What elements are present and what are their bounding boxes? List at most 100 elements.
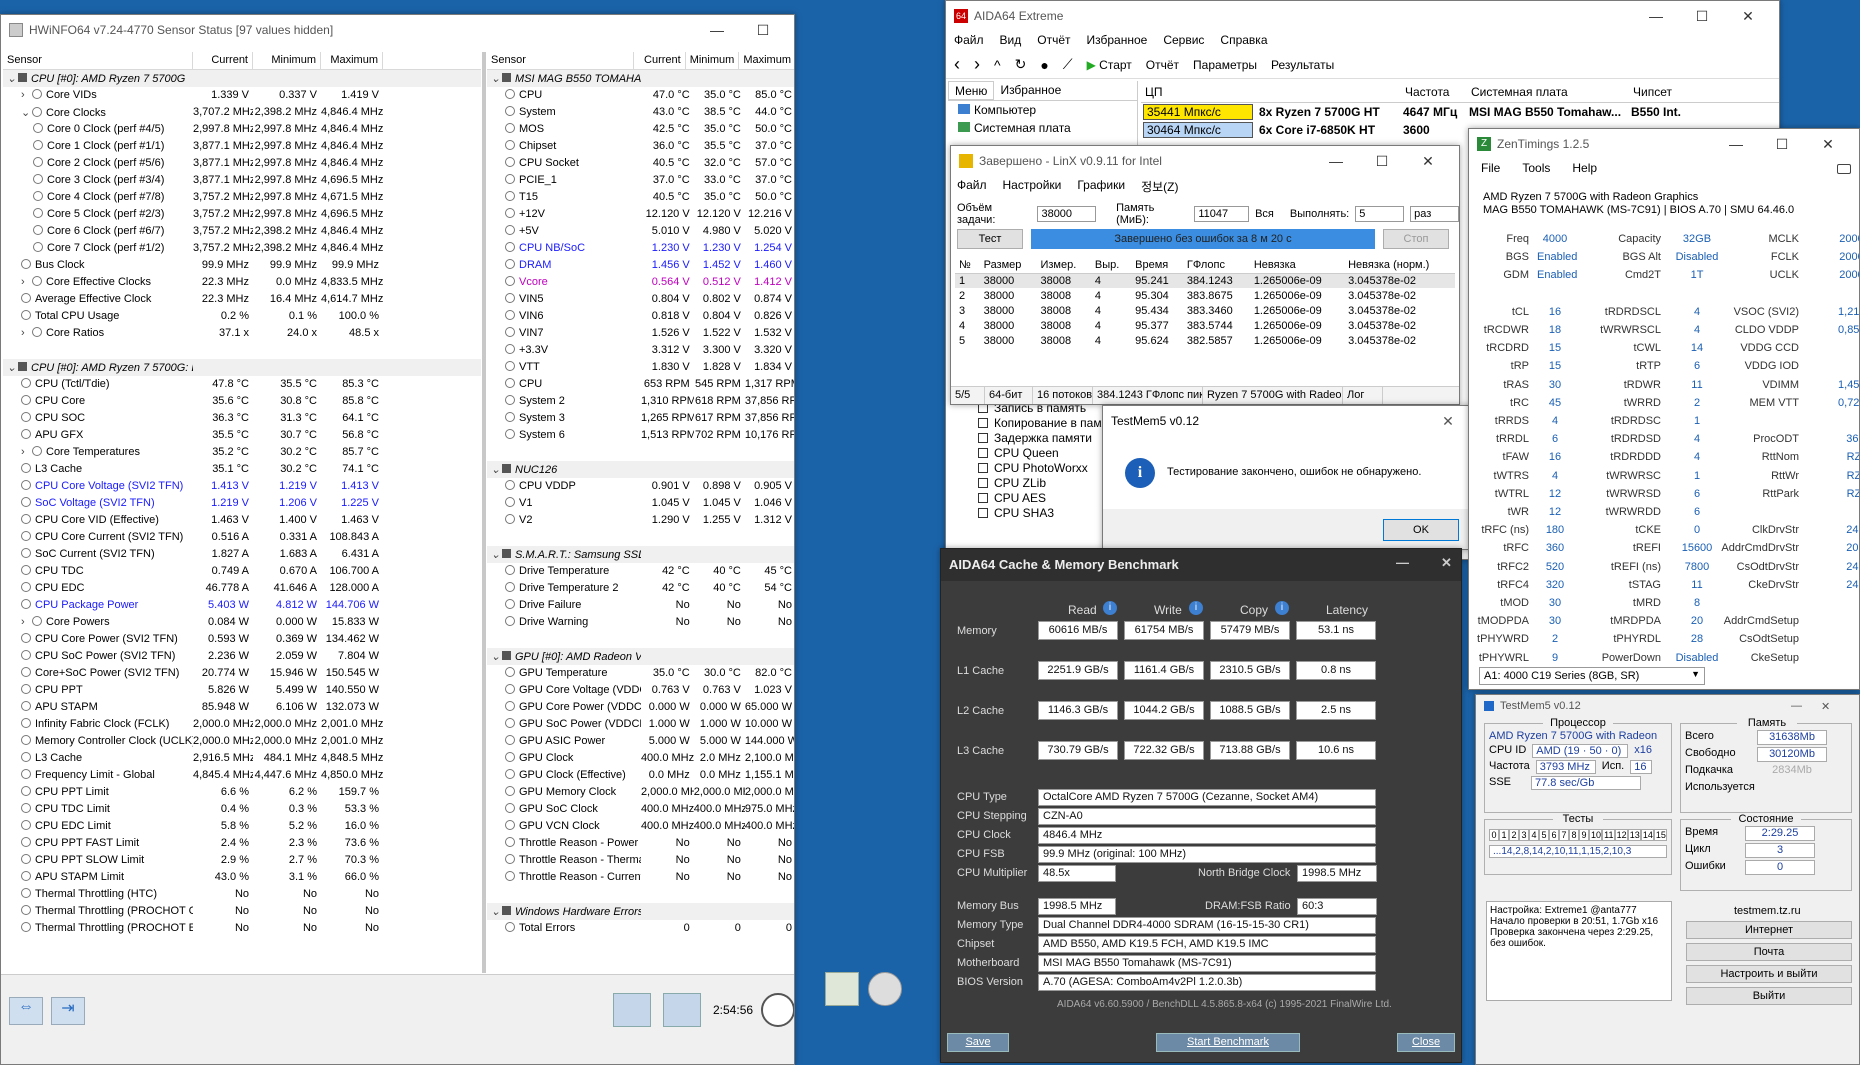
sensor-row[interactable]: CPU Core Voltage (SVI2 TFN) 1.413 V 1.219 … xyxy=(3,478,481,495)
test-button[interactable]: Тест xyxy=(957,229,1023,249)
back-icon[interactable]: ‹ xyxy=(954,54,960,75)
expand-chevron-icon[interactable]: › xyxy=(21,89,32,101)
menu-help[interactable]: Help xyxy=(1572,161,1597,177)
benchmark-item[interactable]: CPU PhotoWorxx xyxy=(978,461,1114,476)
sensor-row[interactable]: System 2 1,310 RPM618 RPM37,856 RPM xyxy=(487,393,794,410)
results-button[interactable]: Результаты xyxy=(1271,58,1334,72)
sensor-row[interactable] xyxy=(3,342,481,359)
linx-column-header[interactable]: Размер xyxy=(979,258,1037,274)
sensor-group-row[interactable]: ⌄ CPU [#0]: AMD Ryzen 7 5700G: En... xyxy=(3,359,481,376)
sensor-row[interactable]: Bus Clock 99.9 MHz 99.9 MHz 99.9 MHz xyxy=(3,257,481,274)
sensor-row[interactable]: CPU 653 RPM 545 RPM 1,317 RPM xyxy=(487,376,794,393)
sensor-row[interactable]: Drive Temperature 2 42 °C 40 °C 54 °C xyxy=(487,580,794,597)
sensor-row[interactable]: CPU (Tctl/Tdie) 47.8 °C 35.5 °C 85.3 °C xyxy=(3,376,481,393)
sensor-group-row[interactable]: ⌄ Windows Hardware Errors (WHEA) xyxy=(487,903,794,920)
sensor-group-row[interactable]: ⌄ NUC126 xyxy=(487,461,794,478)
benchmark-item[interactable]: Копирование в памят xyxy=(978,416,1114,431)
close-button[interactable]: ✕ xyxy=(1441,555,1452,571)
sensor-row[interactable]: GPU Memory Clock2,000.0 MHz2,000.0 MHz2,… xyxy=(487,784,794,801)
run-select[interactable]: 5 xyxy=(1355,206,1405,222)
sensor-row[interactable]: Thermal Throttling (HTC) No No No xyxy=(3,886,481,903)
sensor-row[interactable]: Throttle Reason - Power No No No xyxy=(487,835,794,852)
sensor-row[interactable]: L3 Cache 2,916.5 MHz 484.1 MHz 4,848.5 MHz xyxy=(3,750,481,767)
col-freq[interactable]: Частота xyxy=(1401,83,1467,102)
column-header-minimum[interactable]: Minimum xyxy=(253,52,321,69)
refresh-icon[interactable]: ↻ xyxy=(1015,56,1027,73)
sensor-row[interactable]: CPU EDC 46.778 A 41.646 A 128.000 A xyxy=(3,580,481,597)
sensor-row[interactable]: APU STAPM 85.948 W 6.106 W 132.073 W xyxy=(3,699,481,716)
ok-button[interactable]: OK xyxy=(1383,519,1459,541)
sensor-row[interactable]: DRAM 1.456 V 1.452 V 1.460 V xyxy=(487,257,794,274)
sensor-row[interactable]: Throttle Reason - Current No No No xyxy=(487,869,794,886)
screenshot-icon[interactable] xyxy=(1837,164,1851,174)
params-button[interactable]: Параметры xyxy=(1193,58,1257,72)
chart-icon[interactable]: ⟋ xyxy=(1063,56,1073,73)
panel-splitter[interactable] xyxy=(482,52,486,973)
nav-collapse-icon[interactable]: ⇥ xyxy=(51,997,85,1025)
sensor-row[interactable]: CPU VDDP 0.901 V 0.898 V 0.905 V xyxy=(487,478,794,495)
info-icon[interactable]: i xyxy=(1103,601,1117,615)
sensor-row[interactable]: Total Errors 0 0 0 xyxy=(487,920,794,937)
site-link[interactable]: testmem.tz.ru xyxy=(1734,905,1801,917)
sensor-row[interactable]: › Core Ratios 37.1 x 24.0 x 48.5 x xyxy=(3,325,481,342)
column-header-sensor[interactable]: Sensor xyxy=(487,52,635,69)
sensor-row[interactable]: System 6 1,513 RPM702 RPM10,176 RPM xyxy=(487,427,794,444)
sensor-group-row[interactable]: ⌄ CPU [#0]: AMD Ryzen 7 5700G xyxy=(3,70,481,87)
sensor-row[interactable]: Memory Controller Clock (UCLK) 2,000.0 MH… xyxy=(3,733,481,750)
sensor-row[interactable]: ⌄ Core Clocks 3,707.2 MHz 2,398.2 MHz 4,846.… xyxy=(3,104,481,121)
sensor-row[interactable]: Core 5 Clock (perf #2/3) 3,757.2 MHz 2,997… xyxy=(3,206,481,223)
menu-help[interactable]: Справка xyxy=(1220,33,1267,49)
sensor-row[interactable]: VIN6 0.818 V 0.804 V 0.826 V xyxy=(487,308,794,325)
linx-column-header[interactable]: ГФлопс xyxy=(1182,258,1250,274)
column-header-maximum[interactable]: Maximum xyxy=(321,52,383,69)
sensor-row[interactable]: › Core Effective Clocks 22.3 MHz 0.0 MHz 4,8… xyxy=(3,274,481,291)
menu-favorites[interactable]: Избранное xyxy=(1087,33,1148,49)
minimize-button[interactable]: — xyxy=(1713,136,1759,153)
linx-result-row[interactable]: 3 38000 38008 4 95.434 383.3460 1.265006e-09 3.… xyxy=(955,303,1455,318)
sensor-row[interactable]: CPU TDC 0.749 A 0.670 A 106.700 A xyxy=(3,563,481,580)
linx-result-row[interactable]: 1 38000 38008 4 95.241 384.1243 1.265006e-09 3.… xyxy=(955,273,1455,288)
sensor-row[interactable]: GPU Clock 400.0 MHz 2.0 MHz2,100.0 MHz xyxy=(487,750,794,767)
close-button[interactable]: ✕ xyxy=(1821,700,1851,713)
sensor-row[interactable]: CPU PPT 5.826 W 5.499 W 140.550 W xyxy=(3,682,481,699)
menu-tools[interactable]: Tools xyxy=(1522,161,1550,177)
task-select[interactable]: 38000 xyxy=(1037,206,1097,222)
sensor-row[interactable]: CPU SOC 36.3 °C 31.3 °C 64.1 °C xyxy=(3,410,481,427)
column-header-sensor[interactable]: Sensor xyxy=(3,52,193,69)
sensor-group-row[interactable]: ⌄ GPU [#0]: AMD Radeon Vega: xyxy=(487,648,794,665)
tab-favorites[interactable]: Избранное xyxy=(994,81,1067,100)
sensor-row[interactable]: +12V 12.120 V 12.120 V 12.216 V xyxy=(487,206,794,223)
sensor-row[interactable]: Drive Warning No No No xyxy=(487,614,794,631)
collapse-chevron-icon[interactable]: ⌄ xyxy=(491,548,502,561)
menu-graphs[interactable]: Графики xyxy=(1077,178,1125,194)
up-icon[interactable]: ^ xyxy=(994,57,1001,73)
minimize-button[interactable]: — xyxy=(1396,555,1409,570)
menu-info[interactable]: 정보(Z) xyxy=(1141,178,1178,194)
sensor-row[interactable]: T15 40.5 °C 35.0 °C 50.0 °C xyxy=(487,189,794,206)
start-benchmark-button[interactable]: Start Benchmark xyxy=(1156,1033,1300,1052)
maximize-button[interactable]: ☐ xyxy=(1759,136,1805,153)
sensor-row[interactable] xyxy=(487,529,794,546)
minimize-button[interactable]: — xyxy=(1313,153,1359,170)
sensor-row[interactable]: MOS 42.5 °C 35.0 °C 50.0 °C xyxy=(487,121,794,138)
configure-exit-button[interactable]: Настроить и выйти xyxy=(1686,965,1852,983)
expand-chevron-icon[interactable]: ⌄ xyxy=(21,106,32,119)
sensor-row[interactable]: System 43.0 °C 38.5 °C 44.0 °C xyxy=(487,104,794,121)
nav-left-icon[interactable]: ⇔ xyxy=(9,997,43,1025)
sensor-row[interactable]: CPU PPT FAST Limit 2.4 % 2.3 % 73.6 % xyxy=(3,835,481,852)
sensor-row[interactable]: › Core Temperatures 35.2 °C 30.2 °C 85.7 °C xyxy=(3,444,481,461)
tree-item-motherboard[interactable]: Системная плата xyxy=(948,119,1137,137)
linx-column-header[interactable]: Невязка xyxy=(1249,258,1345,274)
all-label[interactable]: Вся xyxy=(1255,208,1274,220)
collapse-chevron-icon[interactable]: ⌄ xyxy=(7,361,18,374)
sensor-row[interactable]: GPU SoC Clock 400.0 MHz 400.0 MHz 975.0 MHz xyxy=(487,801,794,818)
expand-chevron-icon[interactable]: › xyxy=(21,616,32,628)
result-row[interactable]: 35441 Мпкс/с 8x Ryzen 7 5700G HT 4647 МГц M… xyxy=(1141,103,1779,121)
minimize-button[interactable]: — xyxy=(694,22,740,39)
expand-chevron-icon[interactable]: › xyxy=(21,276,32,288)
maximize-button[interactable]: ☐ xyxy=(1359,153,1405,170)
dimm-select[interactable]: A1: 4000 C19 Series (8GB, SR) ▼ xyxy=(1479,667,1705,685)
minimize-button[interactable]: — xyxy=(1633,8,1679,25)
sensor-row[interactable]: › Core VIDs 1.339 V 0.337 V 1.419 V xyxy=(3,87,481,104)
sensor-row[interactable]: CPU EDC Limit 5.8 % 5.2 % 16.0 % xyxy=(3,818,481,835)
